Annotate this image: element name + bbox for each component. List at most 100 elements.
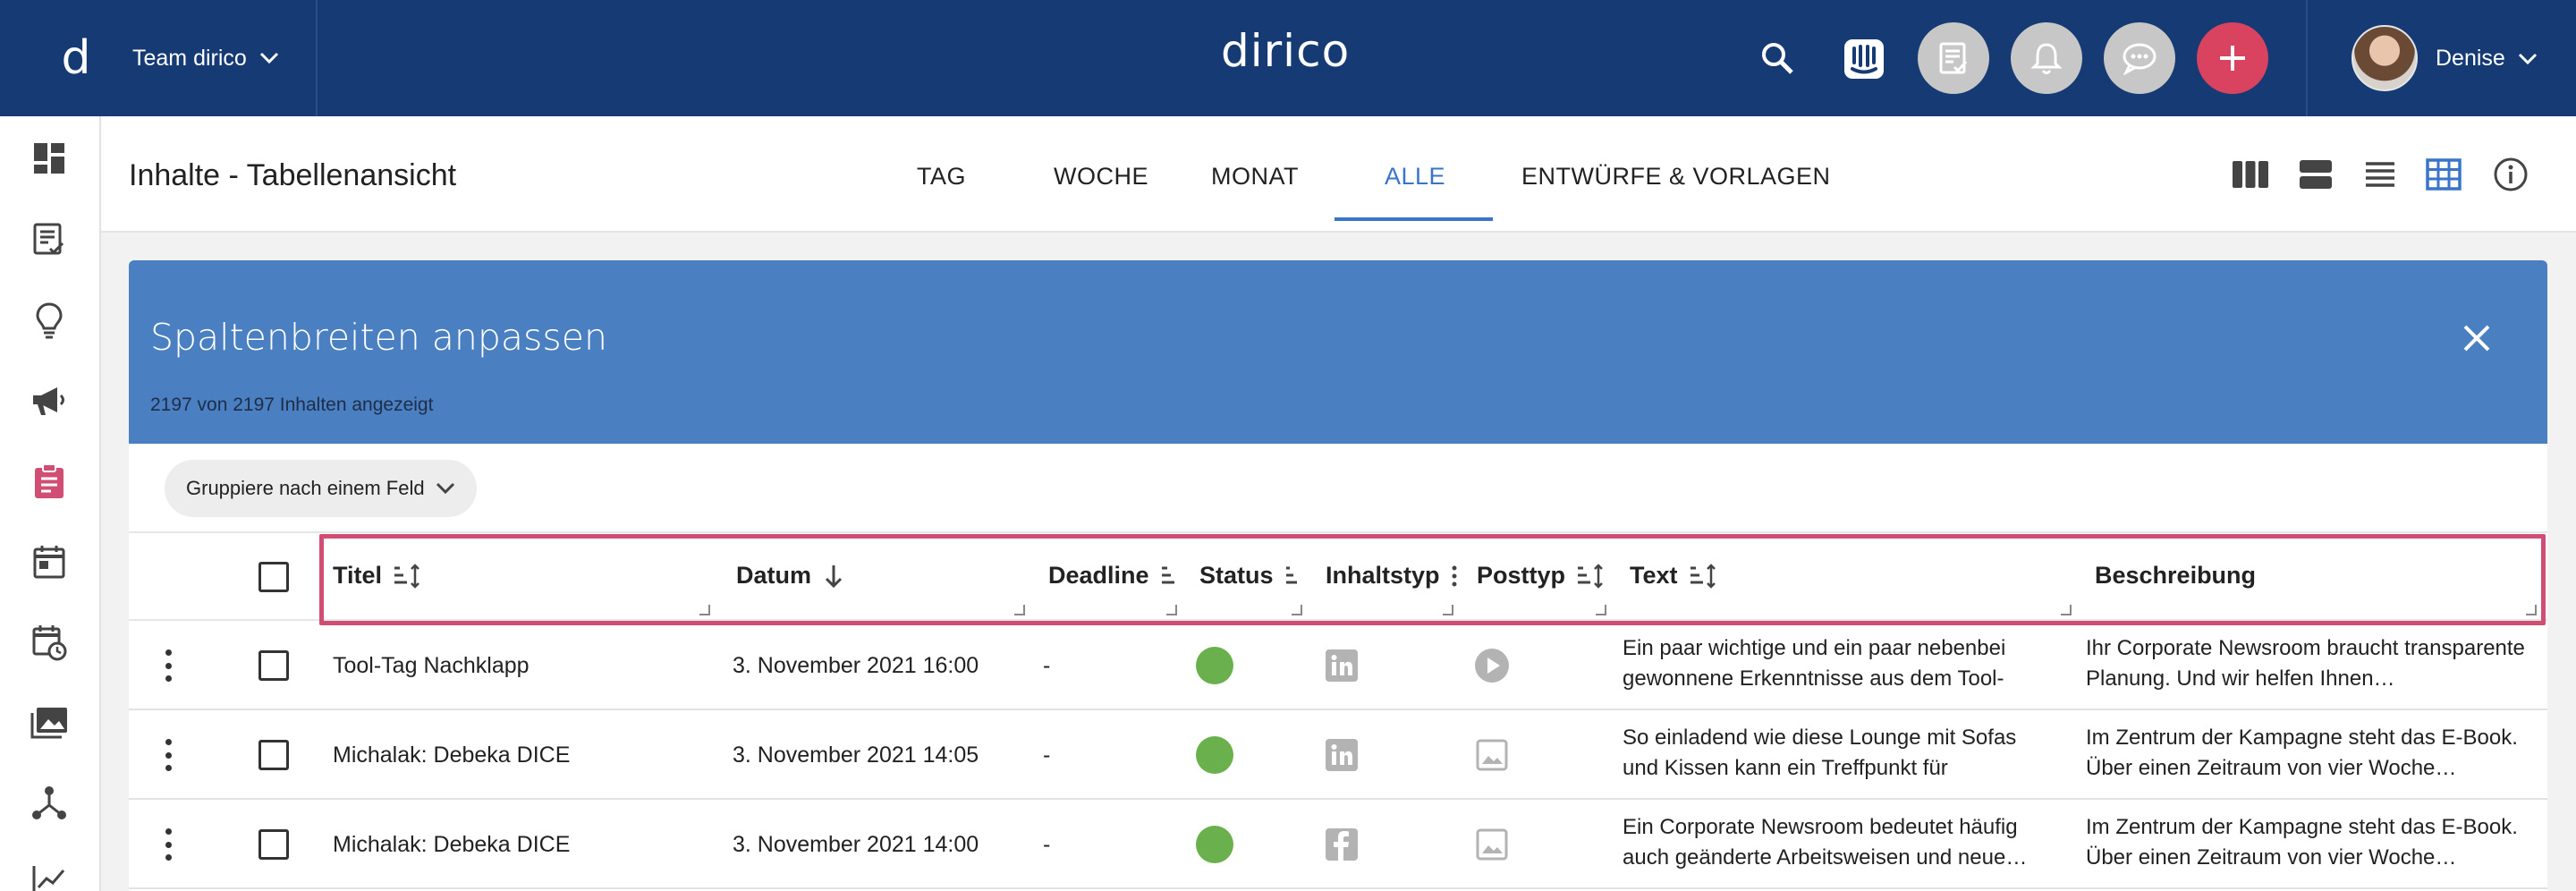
chat-bubble-icon <box>2123 43 2157 75</box>
view-list-button[interactable] <box>2360 157 2401 192</box>
avatar[interactable] <box>2351 25 2418 91</box>
sort-icon[interactable] <box>1284 563 1301 590</box>
status-indicator <box>1196 826 1233 863</box>
column-resize-handle[interactable] <box>1292 605 1302 615</box>
sidebar-item-media[interactable] <box>29 702 70 743</box>
page-title: Inhalte - Tabellenansicht <box>129 158 457 192</box>
sidebar-item-schedule[interactable] <box>29 622 70 663</box>
row-deadline: - <box>1043 653 1051 678</box>
calendar-icon <box>33 546 65 579</box>
sidebar <box>0 116 101 891</box>
tab-week[interactable]: WOCHE <box>1054 163 1148 191</box>
arrow-down-icon[interactable] <box>822 563 845 590</box>
column-header-post-type[interactable]: Posttyp <box>1477 562 1608 590</box>
list-view-icon <box>2366 162 2394 187</box>
column-header-content-type[interactable]: Inhaltstyp <box>1326 562 1458 590</box>
row-menu-button[interactable] <box>165 828 172 861</box>
view-columns-button[interactable] <box>2230 157 2271 192</box>
user-menu[interactable]: Denise <box>2436 46 2538 72</box>
column-resize-handle[interactable] <box>2526 605 2537 615</box>
row-title[interactable]: Tool-Tag Nachklapp <box>333 653 530 679</box>
view-table-button[interactable] <box>2423 157 2464 192</box>
plus-icon <box>2220 46 2245 71</box>
column-resize-handle[interactable] <box>1166 605 1177 615</box>
select-all-checkbox[interactable] <box>258 562 289 592</box>
image-icon <box>1476 739 1508 771</box>
tasks-button[interactable] <box>1918 22 1989 94</box>
team-selector[interactable]: Team dirico <box>132 46 279 72</box>
sidebar-item-dashboard[interactable] <box>29 138 70 179</box>
sort-icon[interactable] <box>1689 563 1721 590</box>
row-checkbox[interactable] <box>258 650 289 681</box>
more-vertical-icon[interactable] <box>1451 563 1458 590</box>
active-tab-indicator <box>1335 217 1493 221</box>
top-bar: d Team dirico dirico Denise <box>0 0 2576 116</box>
column-header-text[interactable]: Text <box>1630 562 1721 590</box>
row-menu-button[interactable] <box>165 739 172 771</box>
hub-icon <box>32 786 66 819</box>
table-row[interactable]: Tool-Tag Nachklapp 3. November 2021 16:0… <box>129 621 2547 710</box>
tab-month[interactable]: MONAT <box>1211 163 1299 191</box>
sidebar-item-ideas[interactable] <box>29 300 70 341</box>
table-row[interactable]: Michalak: Debeka DICE 3. November 2021 1… <box>129 800 2547 889</box>
table-view-icon <box>2426 158 2462 191</box>
columns-view-icon <box>2233 161 2268 188</box>
sidebar-item-campaigns[interactable] <box>29 380 70 421</box>
notifications-button[interactable] <box>2011 22 2082 94</box>
table-row[interactable]: Michalak: Debeka DICE 3. November 2021 1… <box>129 710 2547 800</box>
play-icon <box>1475 649 1509 683</box>
chat-button[interactable] <box>2104 22 2175 94</box>
sidebar-item-analytics[interactable] <box>29 859 70 891</box>
chevron-down-icon <box>436 482 454 495</box>
sort-icon[interactable] <box>1160 563 1178 590</box>
content-type-cell <box>1324 648 1360 683</box>
row-description: Im Zentrum der Kampagne steht das E-Book… <box>2086 726 2518 780</box>
sidebar-item-contents[interactable] <box>29 219 70 260</box>
status-indicator <box>1196 647 1233 684</box>
column-header-deadline[interactable]: Deadline <box>1048 562 1178 590</box>
column-resize-handle[interactable] <box>1596 605 1606 615</box>
sidebar-item-calendar[interactable] <box>29 541 70 582</box>
column-resize-handle[interactable] <box>1443 605 1453 615</box>
sidebar-item-tasks[interactable] <box>29 461 70 502</box>
column-header-description[interactable]: Beschreibung <box>2095 562 2256 590</box>
table-header: Titel Datum Deadline Status Inhaltstyp P… <box>129 531 2547 625</box>
column-content-type-label: Inhaltstyp <box>1326 562 1440 589</box>
group-by-dropdown[interactable]: Gruppiere nach einem Feld <box>165 460 477 517</box>
column-header-date[interactable]: Datum <box>736 562 845 590</box>
view-cards-button[interactable] <box>2295 157 2336 192</box>
add-button[interactable] <box>2197 22 2268 94</box>
tab-day[interactable]: TAG <box>917 163 966 191</box>
column-header-status[interactable]: Status <box>1199 562 1301 590</box>
dashboard-icon <box>34 143 64 174</box>
content-table: Gruppiere nach einem Feld Titel Datum De… <box>129 444 2547 891</box>
column-description-label: Beschreibung <box>2095 562 2257 589</box>
search-button[interactable] <box>1755 36 1800 81</box>
team-switcher[interactable]: d Team dirico <box>0 0 318 116</box>
close-panel-button[interactable] <box>2454 316 2499 361</box>
user-name: Denise <box>2436 46 2505 71</box>
panel-title: Spaltenbreiten anpassen <box>150 316 607 359</box>
column-header-title[interactable]: Titel <box>333 562 425 590</box>
chevron-down-icon <box>2518 53 2537 64</box>
row-menu-button[interactable] <box>165 649 172 682</box>
sort-icon[interactable] <box>1576 563 1608 590</box>
row-title[interactable]: Michalak: Debeka DICE <box>333 832 570 858</box>
row-checkbox[interactable] <box>258 829 289 860</box>
info-button[interactable] <box>2490 157 2531 192</box>
column-resize-handle[interactable] <box>1014 605 1025 615</box>
row-date: 3. November 2021 14:05 <box>733 742 979 768</box>
sidebar-item-distribution[interactable] <box>29 783 70 824</box>
tab-all[interactable]: ALLE <box>1385 163 1445 191</box>
bell-icon <box>2030 43 2063 74</box>
tab-drafts-templates[interactable]: ENTWÜRFE & VORLAGEN <box>1521 163 1831 191</box>
column-resize-handle[interactable] <box>2061 605 2072 615</box>
intercom-button[interactable] <box>1841 36 1887 82</box>
row-title[interactable]: Michalak: Debeka DICE <box>333 742 570 768</box>
column-resize-handle[interactable] <box>699 605 710 615</box>
row-checkbox[interactable] <box>258 740 289 770</box>
sort-icon[interactable] <box>393 563 425 590</box>
post-type-cell <box>1474 737 1510 773</box>
row-description: Im Zentrum der Kampagne steht das E-Book… <box>2086 815 2518 870</box>
row-text: Ein paar wichtige und ein paar nebenbei … <box>1623 636 2006 691</box>
